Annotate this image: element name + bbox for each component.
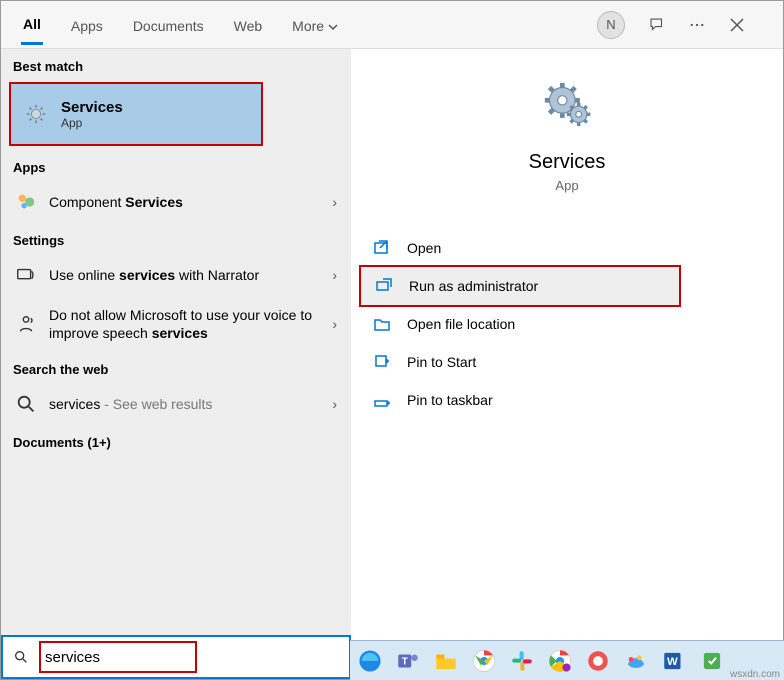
speech-icon (15, 313, 37, 335)
action-open-location[interactable]: Open file location (359, 305, 783, 343)
action-pin-start[interactable]: Pin to Start (359, 343, 783, 381)
taskbar-word[interactable]: W (658, 645, 690, 677)
best-match-services[interactable]: Services App (9, 82, 263, 146)
taskbar: T W (350, 640, 784, 680)
taskbar-chrome2[interactable] (544, 645, 576, 677)
taskbar-app3[interactable] (696, 645, 728, 677)
section-search-web: Search the web (1, 352, 351, 383)
section-apps: Apps (1, 150, 351, 181)
folder-icon (373, 315, 391, 333)
best-match-title: Services (61, 99, 123, 116)
feedback-icon[interactable] (645, 13, 669, 37)
shield-icon (375, 277, 393, 295)
action-pin-taskbar[interactable]: Pin to taskbar (359, 381, 783, 419)
app-title: Services (351, 151, 783, 174)
action-open[interactable]: Open (359, 229, 783, 267)
gear-icon (539, 77, 595, 133)
best-match-sub: App (61, 116, 123, 130)
app-subtitle: App (351, 178, 783, 193)
chevron-right-icon: › (332, 194, 337, 210)
gear-icon (25, 103, 47, 125)
taskbar-app1[interactable] (582, 645, 614, 677)
action-run-administrator[interactable]: Run as administrator (359, 265, 681, 307)
tab-web[interactable]: Web (232, 6, 265, 44)
component-icon (15, 191, 37, 213)
chevron-down-icon (328, 22, 338, 32)
results-pane: Best match Services App Apps Component S… (1, 49, 351, 679)
svg-text:T: T (402, 656, 408, 667)
header-tabs: All Apps Documents Web More N (1, 1, 783, 49)
taskbar-app2[interactable] (620, 645, 652, 677)
search-input[interactable] (45, 649, 135, 666)
taskbar-explorer[interactable] (430, 645, 462, 677)
chevron-right-icon: › (332, 396, 337, 412)
ellipsis-icon[interactable] (685, 13, 709, 37)
tab-all[interactable]: All (21, 4, 43, 45)
details-pane: Services App Open Run as administrator O… (351, 49, 783, 679)
taskbar-slack[interactable] (506, 645, 538, 677)
section-documents: Documents (1+) (1, 425, 351, 456)
svg-text:W: W (667, 656, 678, 668)
tab-more[interactable]: More (290, 6, 340, 44)
chevron-right-icon: › (332, 316, 337, 332)
result-component-services[interactable]: Component Services › (1, 181, 351, 223)
result-speech-services[interactable]: Do not allow Microsoft to use your voice… (1, 296, 351, 352)
tab-documents[interactable]: Documents (131, 6, 206, 44)
avatar[interactable]: N (597, 11, 625, 39)
narrator-icon (15, 264, 37, 286)
taskbar-teams[interactable]: T (392, 645, 424, 677)
section-settings: Settings (1, 223, 351, 254)
search-bar[interactable] (1, 635, 351, 679)
close-button[interactable] (725, 13, 749, 37)
taskbar-chrome[interactable] (468, 645, 500, 677)
pin-taskbar-icon (373, 391, 391, 409)
result-web-services[interactable]: services - See web results › (1, 383, 351, 425)
pin-start-icon (373, 353, 391, 371)
section-best-match: Best match (1, 49, 351, 80)
result-narrator-services[interactable]: Use online services with Narrator › (1, 254, 351, 296)
search-icon (13, 649, 29, 665)
chevron-right-icon: › (332, 267, 337, 283)
search-icon (15, 393, 37, 415)
watermark: wsxdn.com (730, 669, 780, 680)
tab-apps[interactable]: Apps (69, 6, 105, 44)
taskbar-edge[interactable] (354, 645, 386, 677)
open-icon (373, 239, 391, 257)
